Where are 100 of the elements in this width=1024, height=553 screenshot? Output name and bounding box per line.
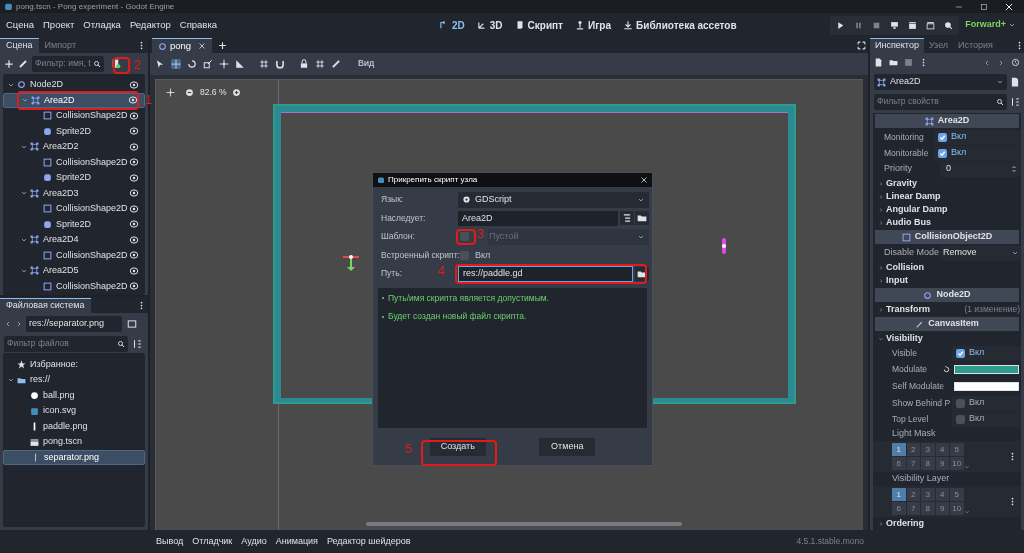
layer-cell[interactable]: 4 xyxy=(935,488,949,501)
menu-item[interactable]: Сцена xyxy=(6,17,34,33)
dock-tab[interactable]: Импорт xyxy=(38,38,82,53)
move-icon[interactable] xyxy=(171,59,181,69)
layer-cell[interactable]: 10 xyxy=(950,502,964,515)
close-icon[interactable] xyxy=(640,176,648,184)
panel-tab[interactable]: Вывод xyxy=(156,534,184,549)
layer-cell[interactable]: 10 xyxy=(950,457,964,470)
workspace-tab[interactable]: Игра xyxy=(575,17,612,33)
node-selector[interactable]: Area2D xyxy=(874,74,1007,90)
scene-tree-item[interactable]: Area2D4 xyxy=(3,232,145,248)
color-swatch[interactable] xyxy=(954,365,1019,374)
workspace-tab[interactable]: Скрипт xyxy=(514,17,563,33)
visibility-icon[interactable] xyxy=(129,203,139,214)
layer-cell[interactable]: 9 xyxy=(935,457,949,470)
scene-tree-item[interactable]: Sprite2D xyxy=(3,123,145,139)
dock-tab[interactable]: Файловая система xyxy=(0,298,91,313)
layer-cell[interactable]: 9 xyxy=(935,502,949,515)
add-tab-icon[interactable] xyxy=(218,41,228,50)
panel-tab[interactable]: Аудио xyxy=(241,534,267,549)
add-node-icon[interactable] xyxy=(4,58,14,69)
magnet-icon[interactable] xyxy=(275,59,285,69)
stop-icon[interactable] xyxy=(872,20,882,30)
crosshair-icon[interactable] xyxy=(219,59,229,69)
layer-cell[interactable]: 3 xyxy=(921,443,935,456)
scene-tree-item[interactable]: CollisionShape2D xyxy=(3,108,145,124)
checkbox[interactable] xyxy=(938,148,947,158)
layer-cell[interactable]: 4 xyxy=(935,443,949,456)
property-group[interactable]: Gravity xyxy=(873,177,1021,190)
scene-tree-item[interactable]: Sprite2D xyxy=(3,216,145,232)
visibility-icon[interactable] xyxy=(129,141,139,152)
cursor-icon[interactable] xyxy=(155,59,165,69)
checkbox[interactable] xyxy=(938,132,947,142)
visibility-icon[interactable] xyxy=(129,126,139,137)
layout-icon[interactable] xyxy=(127,318,137,329)
visibility-icon[interactable] xyxy=(129,281,139,292)
layer-cell[interactable]: 8 xyxy=(921,457,935,470)
paddle-drawing[interactable] xyxy=(720,238,728,254)
visibility-icon[interactable] xyxy=(129,219,139,230)
ruler-icon[interactable] xyxy=(235,59,245,69)
path-field[interactable]: res://separator.png xyxy=(26,315,122,332)
sort-icon[interactable] xyxy=(132,338,142,349)
dropdown[interactable]: Remove xyxy=(940,245,1021,261)
layer-cell[interactable]: 7 xyxy=(906,457,920,470)
file-item[interactable]: pong.tscn xyxy=(3,434,145,450)
file-item[interactable]: res:// xyxy=(3,372,145,388)
scrollbar[interactable] xyxy=(366,522,682,526)
docs-icon[interactable] xyxy=(1010,77,1020,87)
file-item[interactable]: ball.png xyxy=(3,387,145,404)
property-group[interactable]: Angular Damp xyxy=(873,203,1021,216)
inherits-field[interactable]: Area2D xyxy=(458,210,618,226)
property-group[interactable]: Audio Bus xyxy=(873,216,1021,229)
scene-tab[interactable]: pong xyxy=(152,38,213,53)
pan-icon[interactable] xyxy=(166,87,175,97)
new-resource-icon[interactable] xyxy=(874,58,883,67)
pause-icon[interactable] xyxy=(854,20,864,30)
visibility-icon[interactable] xyxy=(129,250,139,261)
lock-icon[interactable] xyxy=(299,59,309,69)
property-group[interactable]: Visibility xyxy=(873,332,1021,345)
grid-icon[interactable] xyxy=(315,59,325,69)
zoom-out-icon[interactable] xyxy=(185,87,194,97)
back-icon[interactable] xyxy=(4,319,12,328)
layer-cell[interactable]: 6 xyxy=(892,502,906,515)
panel-tab[interactable]: Отладчик xyxy=(192,534,233,549)
property-group[interactable]: Collision xyxy=(873,261,1021,274)
clapperboard-icon[interactable] xyxy=(908,20,918,30)
view-menu[interactable]: Вид xyxy=(355,57,378,71)
clapperboard-icon[interactable] xyxy=(926,20,936,30)
file-item[interactable]: paddle.png xyxy=(3,418,145,435)
menu-item[interactable]: Проект xyxy=(43,17,75,33)
menu-item[interactable]: Редактор xyxy=(129,17,171,33)
property-group[interactable]: Transform (1 изменение) xyxy=(873,303,1021,316)
layer-cell[interactable]: 3 xyxy=(921,488,935,501)
property-group[interactable]: Ordering xyxy=(873,517,1021,530)
checkbox[interactable] xyxy=(956,398,965,408)
dock-tab[interactable]: Сцена xyxy=(0,38,39,53)
save-icon[interactable] xyxy=(904,58,913,67)
filter-field[interactable]: Фильтр свойств xyxy=(874,93,1007,110)
layer-cell[interactable]: 5 xyxy=(950,488,964,501)
scene-tree-item[interactable]: Node2D xyxy=(3,77,145,93)
checkbox[interactable] xyxy=(956,414,965,424)
revert-icon[interactable] xyxy=(942,365,951,374)
history-icon[interactable] xyxy=(1011,58,1020,67)
back-icon[interactable] xyxy=(983,58,991,67)
workspace-tab[interactable]: 2D xyxy=(439,17,465,33)
dock-tab[interactable]: Узел xyxy=(923,38,954,53)
scene-tree-item[interactable]: Area2D5 xyxy=(3,263,145,279)
scene-tree-item[interactable]: Area2D3 xyxy=(3,185,145,201)
forward-icon[interactable] xyxy=(15,319,23,328)
visibility-icon[interactable] xyxy=(129,265,139,276)
menu-item[interactable]: Отладка xyxy=(83,17,121,33)
favorites-item[interactable]: Избранное: xyxy=(3,357,145,373)
visibility-icon[interactable] xyxy=(129,110,139,121)
visibility-icon[interactable] xyxy=(129,79,139,90)
menu-item[interactable]: Справка xyxy=(179,17,218,33)
scene-tree-item[interactable]: CollisionShape2D xyxy=(3,247,145,263)
panel-tab[interactable]: Редактор шейдеров xyxy=(326,534,411,549)
zoom-in-icon[interactable] xyxy=(232,87,242,97)
layer-cell[interactable]: 8 xyxy=(921,502,935,515)
layer-cell[interactable]: 5 xyxy=(950,443,964,456)
